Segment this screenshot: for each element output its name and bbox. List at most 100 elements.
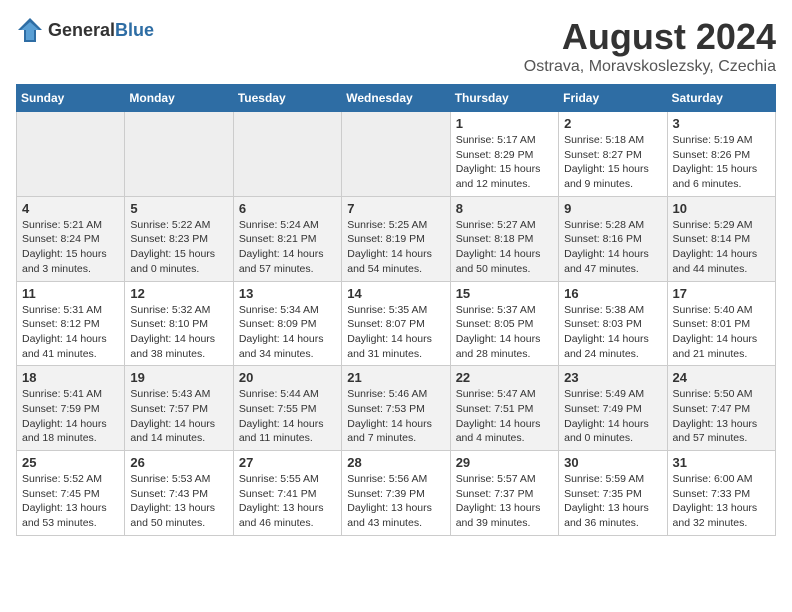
table-row: 3Sunrise: 5:19 AMSunset: 8:26 PMDaylight… bbox=[667, 112, 775, 197]
day-number: 2 bbox=[564, 116, 661, 131]
day-number: 17 bbox=[673, 286, 770, 301]
day-number: 23 bbox=[564, 370, 661, 385]
day-number: 10 bbox=[673, 201, 770, 216]
day-info: Sunrise: 5:46 AMSunset: 7:53 PMDaylight:… bbox=[347, 387, 444, 446]
header-thursday: Thursday bbox=[450, 85, 558, 112]
day-number: 15 bbox=[456, 286, 553, 301]
table-row: 12 Sunrise: 5:32 AMSunset: 8:10 PMDayligh… bbox=[125, 281, 233, 366]
day-info: Sunrise: 5:28 AMSunset: 8:16 PMDaylight:… bbox=[564, 218, 661, 277]
day-number: 9 bbox=[564, 201, 661, 216]
header-saturday: Saturday bbox=[667, 85, 775, 112]
table-row: 26 Sunrise: 5:53 AMSunset: 7:43 PMDayligh… bbox=[125, 451, 233, 536]
calendar-table: Sunday Monday Tuesday Wednesday Thursday… bbox=[16, 84, 776, 536]
day-info: Sunrise: 5:55 AMSunset: 7:41 PMDaylight:… bbox=[239, 472, 336, 531]
month-title: August 2024 bbox=[524, 16, 776, 58]
day-info: Sunrise: 5:52 AMSunset: 7:45 PMDaylight:… bbox=[22, 472, 119, 531]
day-number: 28 bbox=[347, 455, 444, 470]
table-row: 28 Sunrise: 5:56 AMSunset: 7:39 PMDayligh… bbox=[342, 451, 450, 536]
table-row: 18Sunrise: 5:41 AMSunset: 7:59 PMDayligh… bbox=[17, 366, 125, 451]
header-wednesday: Wednesday bbox=[342, 85, 450, 112]
week-row-3: 11Sunrise: 5:31 AMSunset: 8:12 PMDayligh… bbox=[17, 281, 776, 366]
day-number: 19 bbox=[130, 370, 227, 385]
table-row bbox=[125, 112, 233, 197]
day-info: Sunrise: 5:29 AMSunset: 8:14 PMDaylight:… bbox=[673, 218, 770, 277]
day-info: Sunrise: 5:32 AMSunset: 8:10 PMDaylight:… bbox=[130, 303, 227, 362]
table-row: 17 Sunrise: 5:40 AMSunset: 8:01 PMDayligh… bbox=[667, 281, 775, 366]
day-info: Sunrise: 5:37 AMSunset: 8:05 PMDaylight:… bbox=[456, 303, 553, 362]
week-row-4: 18Sunrise: 5:41 AMSunset: 7:59 PMDayligh… bbox=[17, 366, 776, 451]
day-number: 18 bbox=[22, 370, 119, 385]
day-info: Sunrise: 5:25 AMSunset: 8:19 PMDaylight:… bbox=[347, 218, 444, 277]
table-row: 19 Sunrise: 5:43 AMSunset: 7:57 PMDayligh… bbox=[125, 366, 233, 451]
table-row: 23 Sunrise: 5:49 AMSunset: 7:49 PMDayligh… bbox=[559, 366, 667, 451]
day-number: 21 bbox=[347, 370, 444, 385]
table-row bbox=[233, 112, 341, 197]
logo: GeneralBlue bbox=[16, 16, 154, 44]
day-info: Sunrise: 5:24 AMSunset: 8:21 PMDaylight:… bbox=[239, 218, 336, 277]
header-tuesday: Tuesday bbox=[233, 85, 341, 112]
week-row-5: 25 Sunrise: 5:52 AMSunset: 7:45 PMDayligh… bbox=[17, 451, 776, 536]
day-info: Sunrise: 5:17 AMSunset: 8:29 PMDaylight:… bbox=[456, 133, 553, 192]
day-number: 24 bbox=[673, 370, 770, 385]
day-info: Sunrise: 5:57 AMSunset: 7:37 PMDaylight:… bbox=[456, 472, 553, 531]
day-number: 8 bbox=[456, 201, 553, 216]
day-info: Sunrise: 5:21 AMSunset: 8:24 PMDaylight:… bbox=[22, 218, 119, 277]
logo-general: General bbox=[48, 20, 115, 40]
day-info: Sunrise: 5:56 AMSunset: 7:39 PMDaylight:… bbox=[347, 472, 444, 531]
day-info: Sunrise: 5:40 AMSunset: 8:01 PMDaylight:… bbox=[673, 303, 770, 362]
day-number: 11 bbox=[22, 286, 119, 301]
day-info: Sunrise: 6:00 AMSunset: 7:33 PMDaylight:… bbox=[673, 472, 770, 531]
day-info: Sunrise: 5:53 AMSunset: 7:43 PMDaylight:… bbox=[130, 472, 227, 531]
day-number: 27 bbox=[239, 455, 336, 470]
header-sunday: Sunday bbox=[17, 85, 125, 112]
logo-blue: Blue bbox=[115, 20, 154, 40]
day-info: Sunrise: 5:49 AMSunset: 7:49 PMDaylight:… bbox=[564, 387, 661, 446]
table-row: 25 Sunrise: 5:52 AMSunset: 7:45 PMDayligh… bbox=[17, 451, 125, 536]
table-row: 31Sunrise: 6:00 AMSunset: 7:33 PMDayligh… bbox=[667, 451, 775, 536]
table-row: 30Sunrise: 5:59 AMSunset: 7:35 PMDayligh… bbox=[559, 451, 667, 536]
day-info: Sunrise: 5:43 AMSunset: 7:57 PMDaylight:… bbox=[130, 387, 227, 446]
day-number: 14 bbox=[347, 286, 444, 301]
day-info: Sunrise: 5:47 AMSunset: 7:51 PMDaylight:… bbox=[456, 387, 553, 446]
table-row: 1 Sunrise: 5:17 AMSunset: 8:29 PMDaylight… bbox=[450, 112, 558, 197]
day-number: 13 bbox=[239, 286, 336, 301]
day-number: 1 bbox=[456, 116, 553, 131]
day-number: 29 bbox=[456, 455, 553, 470]
table-row: 10 Sunrise: 5:29 AMSunset: 8:14 PMDayligh… bbox=[667, 196, 775, 281]
page-header: GeneralBlue August 2024 Ostrava, Moravsk… bbox=[16, 16, 776, 76]
day-info: Sunrise: 5:22 AMSunset: 8:23 PMDaylight:… bbox=[130, 218, 227, 277]
table-row: 16Sunrise: 5:38 AMSunset: 8:03 PMDayligh… bbox=[559, 281, 667, 366]
day-number: 16 bbox=[564, 286, 661, 301]
title-area: August 2024 Ostrava, Moravskoslezsky, Cz… bbox=[524, 16, 776, 76]
table-row: 14 Sunrise: 5:35 AMSunset: 8:07 PMDayligh… bbox=[342, 281, 450, 366]
table-row: 8Sunrise: 5:27 AMSunset: 8:18 PMDaylight… bbox=[450, 196, 558, 281]
header-friday: Friday bbox=[559, 85, 667, 112]
logo-icon bbox=[16, 16, 44, 44]
location-title: Ostrava, Moravskoslezsky, Czechia bbox=[524, 58, 776, 76]
table-row: 21 Sunrise: 5:46 AMSunset: 7:53 PMDayligh… bbox=[342, 366, 450, 451]
day-number: 22 bbox=[456, 370, 553, 385]
weekday-header-row: Sunday Monday Tuesday Wednesday Thursday… bbox=[17, 85, 776, 112]
day-number: 25 bbox=[22, 455, 119, 470]
header-monday: Monday bbox=[125, 85, 233, 112]
table-row: 24Sunrise: 5:50 AMSunset: 7:47 PMDayligh… bbox=[667, 366, 775, 451]
day-number: 26 bbox=[130, 455, 227, 470]
table-row: 6 Sunrise: 5:24 AMSunset: 8:21 PMDaylight… bbox=[233, 196, 341, 281]
day-info: Sunrise: 5:59 AMSunset: 7:35 PMDaylight:… bbox=[564, 472, 661, 531]
day-info: Sunrise: 5:19 AMSunset: 8:26 PMDaylight:… bbox=[673, 133, 770, 192]
table-row bbox=[17, 112, 125, 197]
table-row: 22 Sunrise: 5:47 AMSunset: 7:51 PMDayligh… bbox=[450, 366, 558, 451]
day-number: 4 bbox=[22, 201, 119, 216]
table-row: 9 Sunrise: 5:28 AMSunset: 8:16 PMDaylight… bbox=[559, 196, 667, 281]
table-row: 15 Sunrise: 5:37 AMSunset: 8:05 PMDayligh… bbox=[450, 281, 558, 366]
day-number: 6 bbox=[239, 201, 336, 216]
day-info: Sunrise: 5:44 AMSunset: 7:55 PMDaylight:… bbox=[239, 387, 336, 446]
table-row: 27 Sunrise: 5:55 AMSunset: 7:41 PMDayligh… bbox=[233, 451, 341, 536]
table-row: 13Sunrise: 5:34 AMSunset: 8:09 PMDayligh… bbox=[233, 281, 341, 366]
table-row: 29 Sunrise: 5:57 AMSunset: 7:37 PMDayligh… bbox=[450, 451, 558, 536]
day-number: 20 bbox=[239, 370, 336, 385]
day-info: Sunrise: 5:35 AMSunset: 8:07 PMDaylight:… bbox=[347, 303, 444, 362]
day-number: 12 bbox=[130, 286, 227, 301]
table-row: 5Sunrise: 5:22 AMSunset: 8:23 PMDaylight… bbox=[125, 196, 233, 281]
table-row: 4 Sunrise: 5:21 AMSunset: 8:24 PMDaylight… bbox=[17, 196, 125, 281]
